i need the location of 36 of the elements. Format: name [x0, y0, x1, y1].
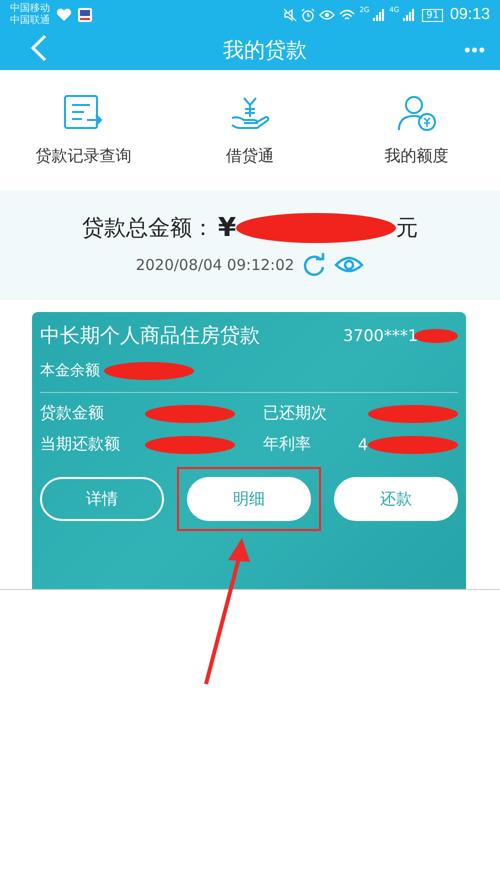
unit-label: 元 — [396, 215, 418, 243]
alarm-icon — [301, 8, 316, 22]
eye-icon[interactable] — [334, 255, 364, 275]
field-label: 已还期次 — [263, 403, 327, 424]
signal-icon — [403, 9, 416, 21]
refresh-icon[interactable] — [302, 253, 326, 277]
card-button[interactable]: 还款 — [334, 477, 458, 521]
field-value: 4 — [358, 435, 368, 454]
eye-icon — [319, 9, 336, 21]
loan-name: 中长期个人商品住房贷款 — [40, 322, 260, 349]
user-coin-icon — [396, 94, 437, 132]
app-icon — [78, 8, 92, 22]
page-title: 我的贷款 — [223, 37, 308, 64]
field-label: 年利率 — [263, 434, 311, 455]
mute-icon — [283, 8, 298, 22]
field-label: 当期还款额 — [40, 434, 120, 455]
wifi-icon — [339, 8, 356, 22]
card-button[interactable]: 明细 — [187, 477, 311, 521]
document-arrow-icon — [63, 94, 104, 132]
battery-level: 91 — [422, 8, 443, 22]
field-label: 贷款金额 — [40, 403, 104, 424]
carrier-name: 中国联通 — [10, 15, 50, 27]
heart-icon — [56, 8, 72, 22]
shortcut-button[interactable]: 贷款记录查询 — [8, 94, 158, 166]
total-label: 贷款总金额： — [82, 215, 214, 243]
shortcut-button[interactable]: 借贷通 — [174, 94, 325, 166]
signal-icon — [373, 9, 386, 21]
currency-symbol: ¥ — [218, 213, 236, 243]
clock-time: 09:13 — [450, 6, 490, 24]
account-number: 3700***1 — [343, 326, 418, 345]
more-button[interactable]: ••• — [464, 40, 486, 60]
carrier-name: 中国移动 — [10, 3, 50, 14]
timestamp: 2020/08/04 09:12:02 — [136, 256, 294, 274]
card-button[interactable]: 详情 — [40, 477, 164, 521]
shortcut-button[interactable]: 我的额度 — [342, 94, 492, 166]
balance-label: 本金余额 — [40, 361, 100, 380]
